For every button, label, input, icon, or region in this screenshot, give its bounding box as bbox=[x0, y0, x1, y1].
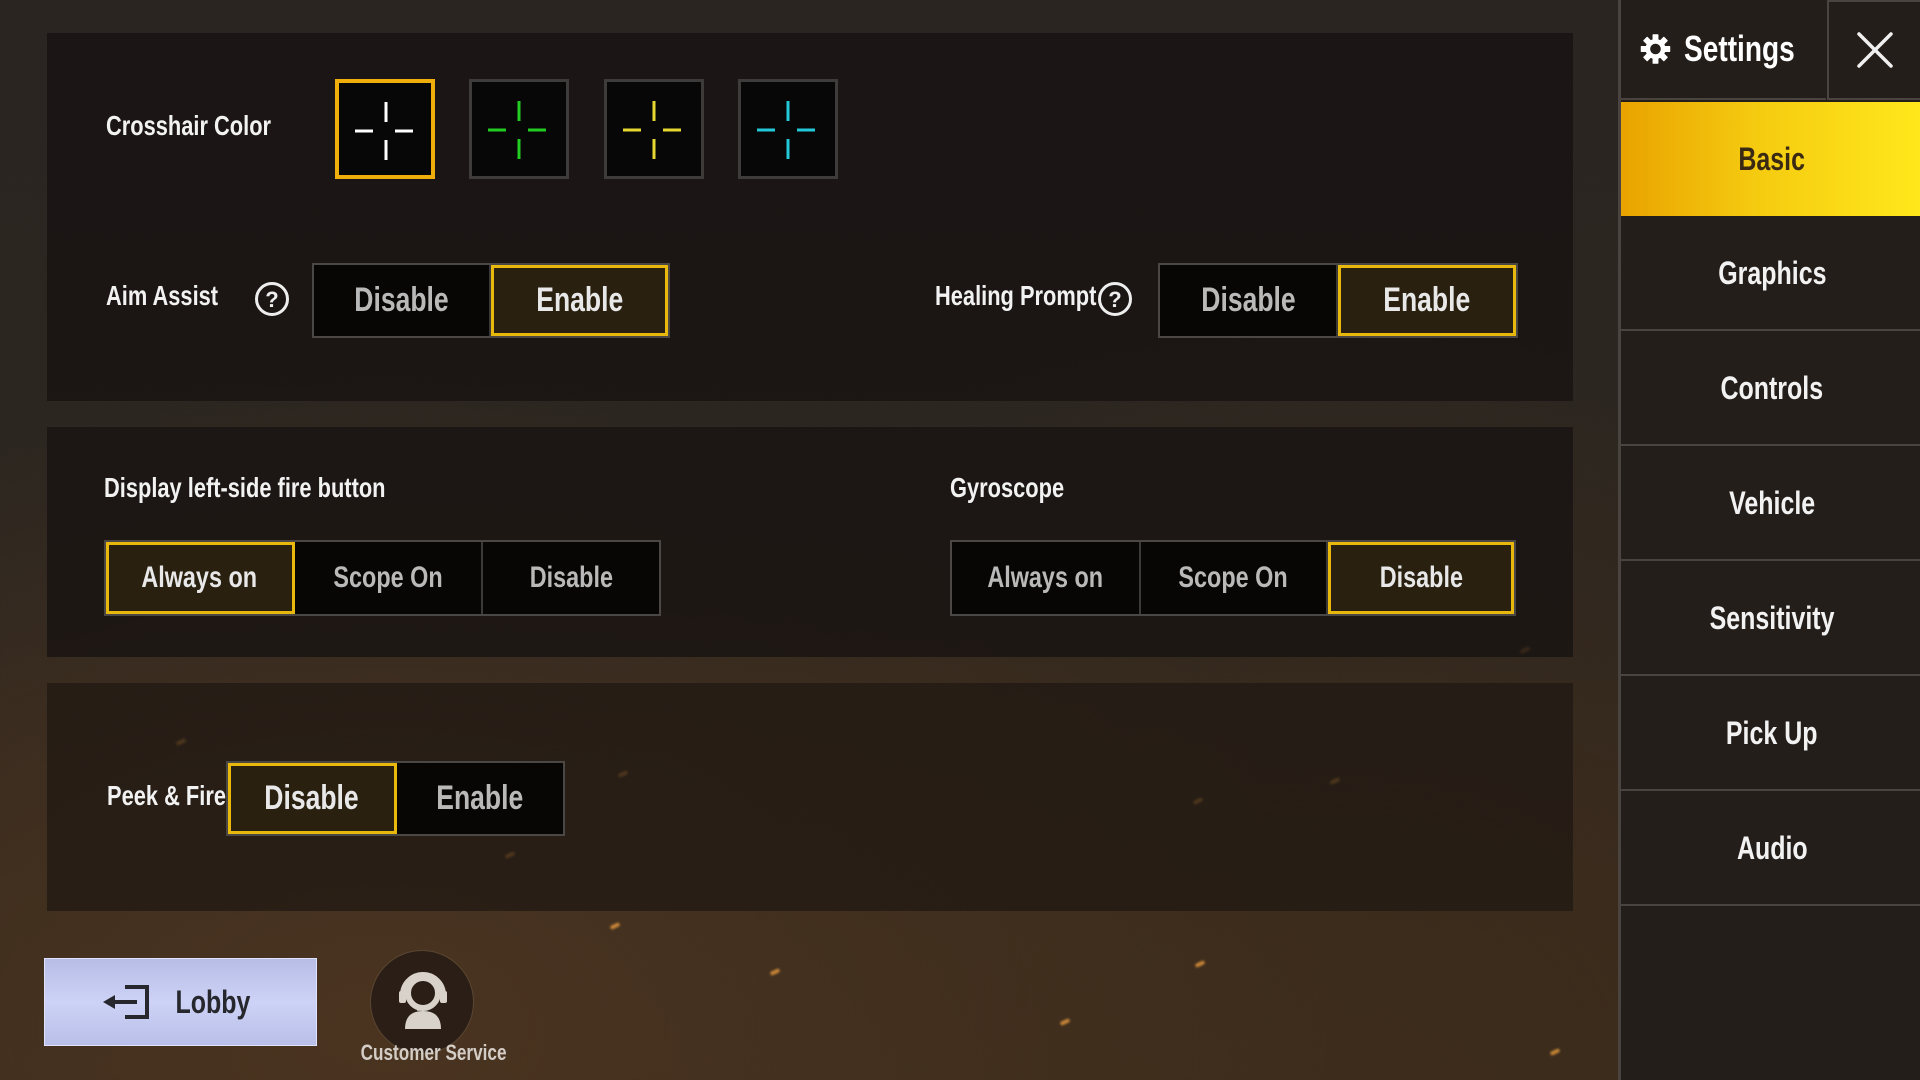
sidebar-item-pick-up[interactable]: Pick Up bbox=[1621, 677, 1920, 791]
customer-service-button[interactable] bbox=[370, 950, 474, 1054]
sidebar-item-graphics[interactable]: Graphics bbox=[1621, 217, 1920, 331]
sidebar-item-audio[interactable]: Audio bbox=[1621, 792, 1920, 906]
gyroscope-scope-on-button[interactable]: Scope On bbox=[1141, 542, 1328, 614]
peek-fire-disable-button[interactable]: Disable bbox=[228, 763, 397, 834]
gyroscope-label: Gyroscope bbox=[950, 472, 1065, 503]
settings-sidebar: Settings Basic Graphics Controls Vehicle… bbox=[1618, 0, 1920, 1080]
gyroscope-disable-button[interactable]: Disable bbox=[1328, 542, 1514, 614]
left-fire-button-label: Display left-side fire button bbox=[104, 472, 386, 503]
crosshair-option-cyan[interactable] bbox=[738, 79, 838, 179]
left-fire-button-options: Always on Scope On Disable bbox=[104, 540, 661, 616]
spark bbox=[1059, 1018, 1071, 1026]
left-fire-always-on-button[interactable]: Always on bbox=[106, 542, 295, 614]
close-icon bbox=[1857, 32, 1893, 68]
sidebar-item-controls[interactable]: Controls bbox=[1621, 332, 1920, 446]
crosshair-option-green[interactable] bbox=[469, 79, 569, 179]
lobby-button[interactable]: Lobby bbox=[44, 958, 317, 1046]
close-button[interactable] bbox=[1827, 0, 1920, 100]
lobby-label: Lobby bbox=[175, 983, 250, 1020]
aim-assist-toggle: Disable Enable bbox=[312, 263, 670, 338]
aim-assist-label: Aim Assist bbox=[106, 280, 219, 311]
crosshair-color-label: Crosshair Color bbox=[106, 110, 272, 141]
healing-prompt-enable-button[interactable]: Enable bbox=[1338, 265, 1516, 336]
sidebar-item-basic[interactable]: Basic bbox=[1621, 102, 1920, 216]
sidebar-item-sensitivity[interactable]: Sensitivity bbox=[1621, 562, 1920, 676]
svg-text:?: ? bbox=[265, 287, 278, 312]
crosshair-icon bbox=[757, 101, 815, 159]
spark bbox=[609, 922, 621, 930]
aim-assist-enable-button[interactable]: Enable bbox=[491, 265, 668, 336]
peek-fire-enable-button[interactable]: Enable bbox=[397, 763, 563, 834]
crosshair-icon bbox=[488, 101, 546, 159]
spark bbox=[1194, 960, 1206, 968]
crosshair-lines bbox=[355, 102, 413, 160]
spark bbox=[1549, 1048, 1561, 1056]
settings-header: Settings bbox=[1621, 0, 1826, 100]
question-circle-icon[interactable]: ? bbox=[1097, 281, 1133, 317]
exit-arrow-icon bbox=[102, 985, 149, 1019]
healing-prompt-toggle: Disable Enable bbox=[1158, 263, 1518, 338]
gyroscope-options: Always on Scope On Disable bbox=[950, 540, 1516, 616]
question-circle-icon[interactable]: ? bbox=[254, 281, 290, 317]
crosshair-option-yellow[interactable] bbox=[604, 79, 704, 179]
healing-prompt-disable-button[interactable]: Disable bbox=[1160, 265, 1338, 336]
customer-service-label: Customer Service bbox=[360, 1040, 507, 1065]
crosshair-option-white[interactable] bbox=[335, 79, 435, 179]
crosshair-icon bbox=[623, 101, 681, 159]
gyroscope-always-on-button[interactable]: Always on bbox=[952, 542, 1141, 614]
left-fire-scope-on-button[interactable]: Scope On bbox=[295, 542, 483, 614]
crosshair-lines bbox=[623, 101, 681, 159]
peek-fire-toggle: Disable Enable bbox=[226, 761, 565, 836]
gear-icon bbox=[1640, 34, 1671, 64]
aim-assist-disable-button[interactable]: Disable bbox=[314, 265, 491, 336]
crosshair-icon bbox=[355, 102, 413, 160]
sidebar-item-vehicle[interactable]: Vehicle bbox=[1621, 447, 1920, 561]
crosshair-lines bbox=[488, 101, 546, 159]
svg-text:?: ? bbox=[1108, 287, 1121, 312]
spark bbox=[769, 968, 781, 976]
left-fire-disable-button[interactable]: Disable bbox=[483, 542, 659, 614]
crosshair-lines bbox=[757, 101, 815, 159]
settings-title: Settings bbox=[1683, 28, 1795, 69]
